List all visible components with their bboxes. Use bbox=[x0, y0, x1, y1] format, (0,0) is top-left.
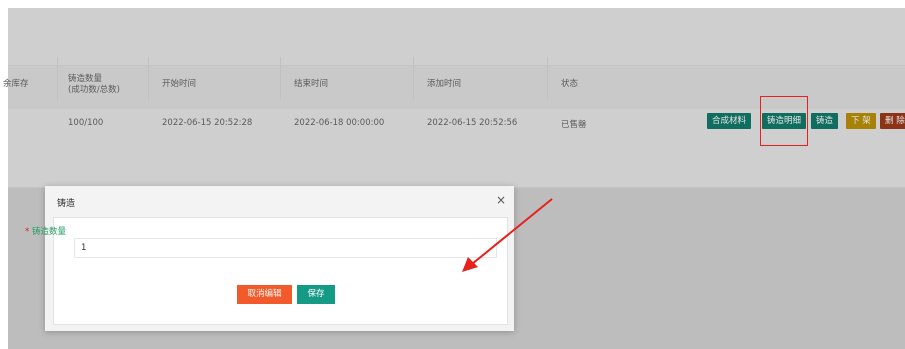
annotation-arrow-icon bbox=[462, 198, 553, 272]
arrow-shaft bbox=[471, 198, 553, 265]
page: 余库存 铸造数量 (成功数/总数) 开始时间 结束时间 添加时间 状态 100/… bbox=[0, 0, 905, 349]
arrow-head bbox=[462, 257, 478, 272]
